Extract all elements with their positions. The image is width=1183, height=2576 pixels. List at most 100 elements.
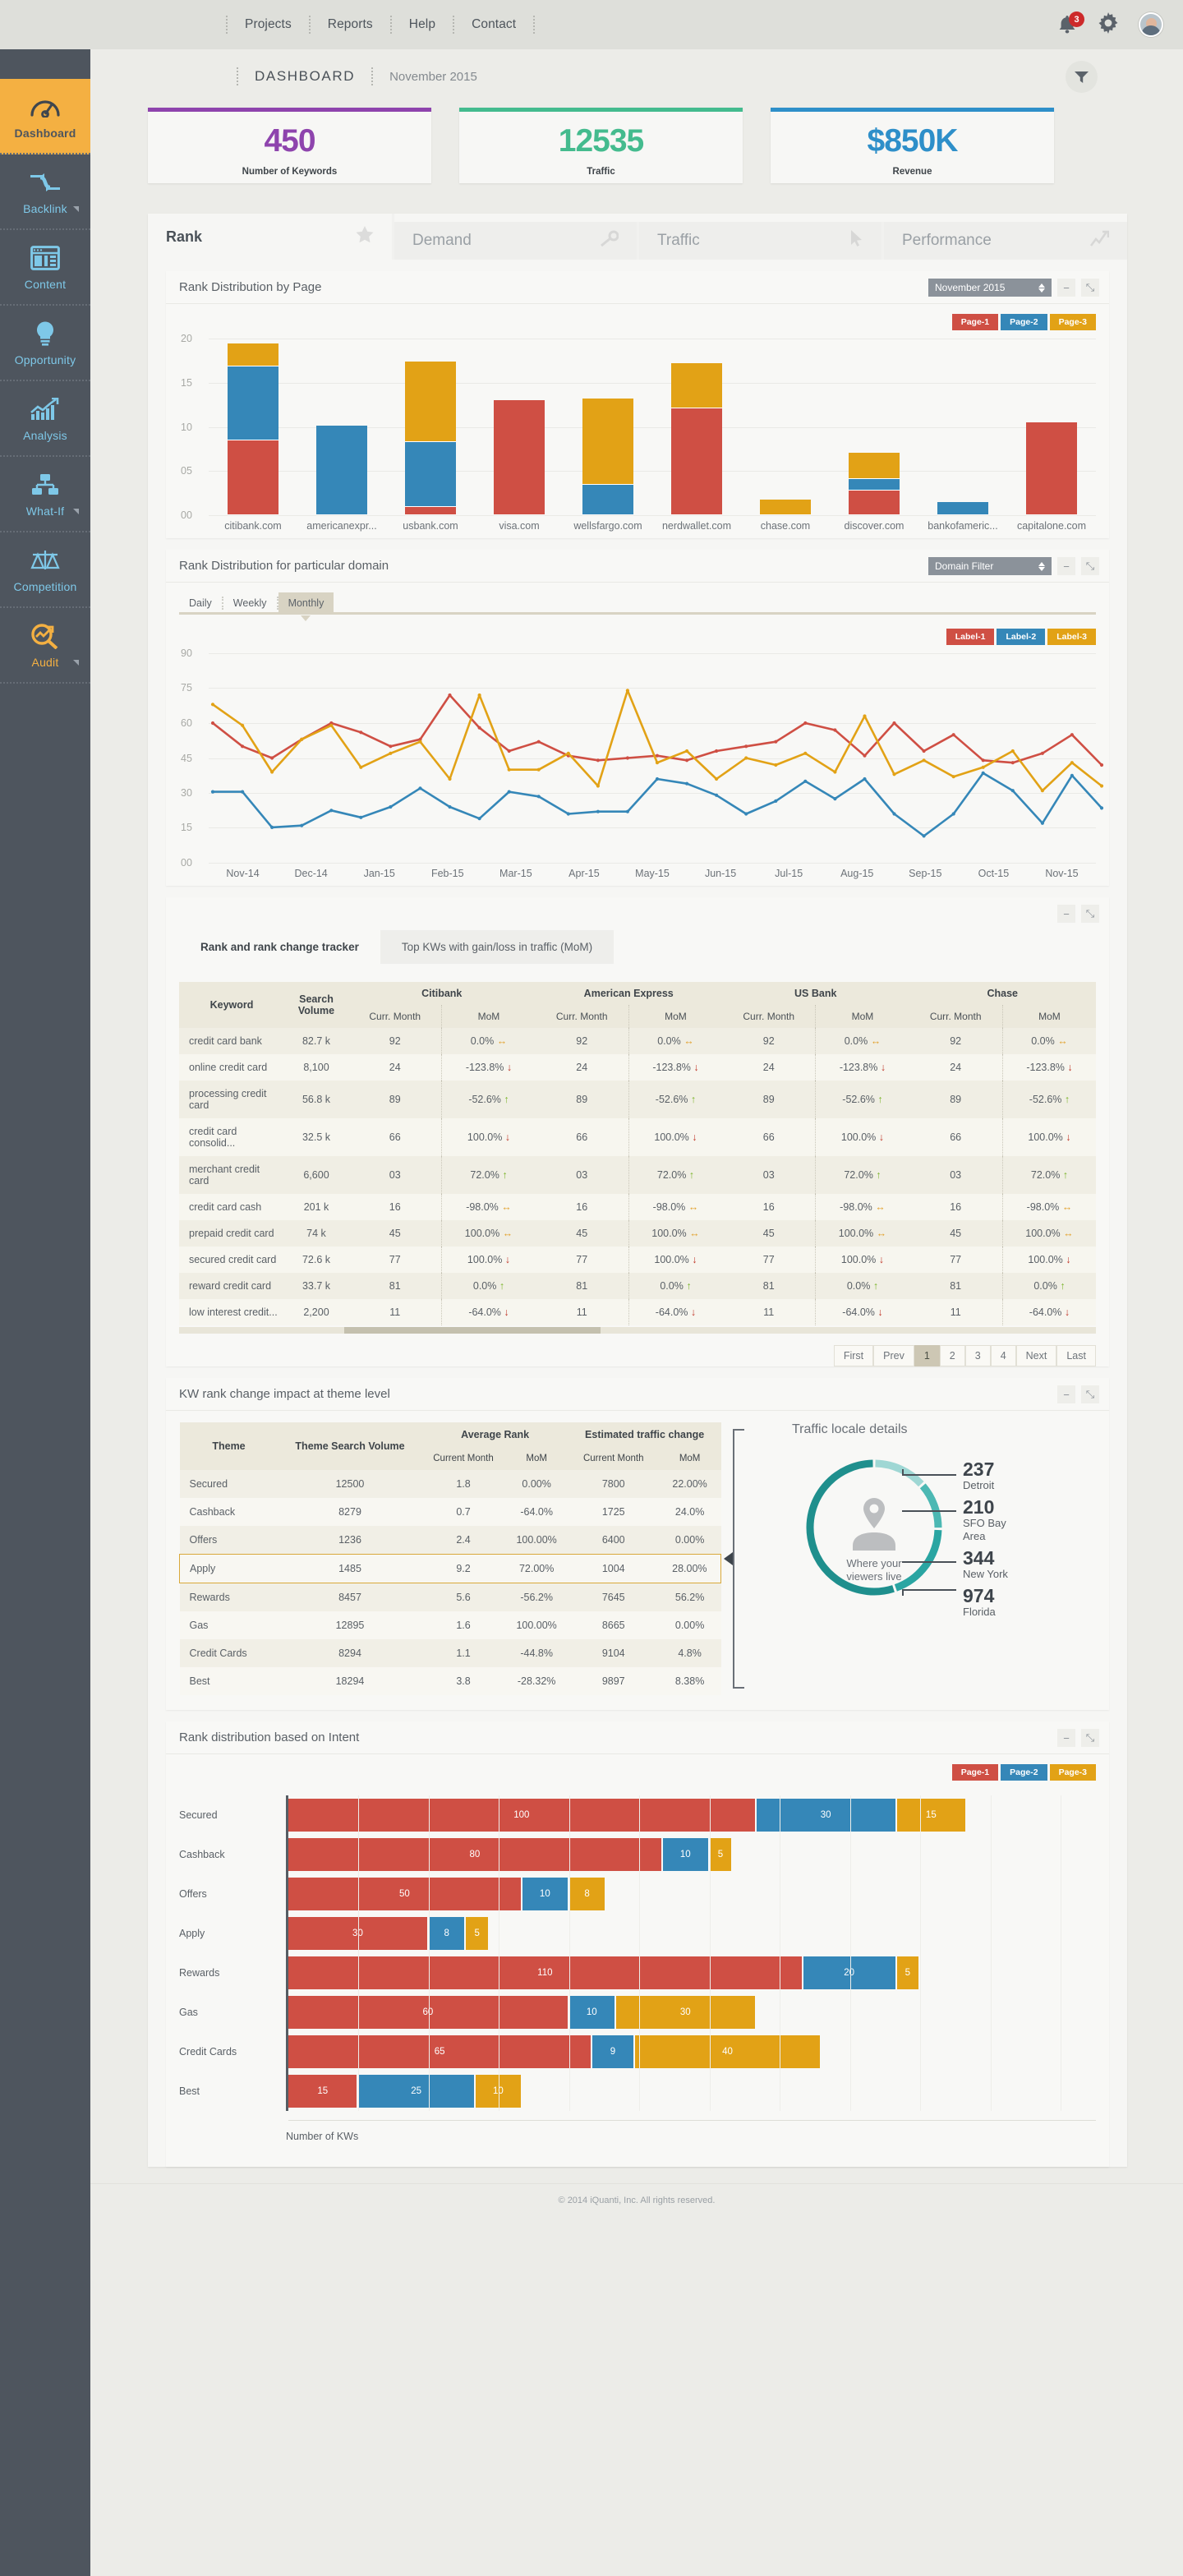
bar-segment[interactable] [405, 361, 456, 442]
hbar-segment[interactable]: 10 [662, 1838, 710, 1871]
data-point[interactable] [300, 737, 304, 741]
data-point[interactable] [981, 765, 985, 769]
table-row[interactable]: processing credit card 56.8 k 89 -52.6% ↑ 89… [179, 1081, 1096, 1118]
bar-segment[interactable] [316, 426, 367, 515]
pagination-prev[interactable]: Prev [873, 1345, 914, 1366]
data-point[interactable] [359, 815, 363, 819]
bar-segment[interactable] [937, 501, 988, 515]
expand-button[interactable]: ⤡ [1081, 557, 1099, 575]
bar-segment[interactable] [228, 343, 278, 367]
legend-label-1[interactable]: Label-1 [946, 629, 995, 645]
pagination-3[interactable]: 3 [964, 1345, 991, 1366]
data-point[interactable] [774, 740, 778, 744]
hbar-segment[interactable]: 10 [522, 1878, 569, 1910]
data-point[interactable] [1010, 749, 1015, 753]
hbar-segment[interactable]: 110 [288, 1956, 803, 1989]
data-point[interactable] [359, 730, 363, 735]
data-point[interactable] [655, 776, 660, 781]
data-point[interactable] [744, 744, 748, 749]
bar-segment[interactable] [671, 408, 722, 515]
donut-slice-sfo-bay-area[interactable] [919, 1483, 942, 1528]
legend-label-2[interactable]: Label-2 [997, 629, 1046, 645]
data-point[interactable] [477, 693, 481, 698]
data-point[interactable] [536, 767, 541, 772]
data-point[interactable] [1099, 806, 1104, 810]
data-point[interactable] [448, 776, 452, 781]
hbar-segment[interactable]: 15 [288, 2075, 359, 2108]
table-row[interactable]: credit card bank 82.7 k 92 0.0% ↔ 92 0.0% ↔ 92… [179, 1028, 1096, 1054]
pagination-next[interactable]: Next [1015, 1345, 1057, 1366]
legend-page-1[interactable]: Page-1 [951, 1764, 999, 1781]
bar-segment[interactable] [760, 499, 811, 515]
data-point[interactable] [981, 758, 985, 763]
data-point[interactable] [863, 753, 867, 758]
data-point[interactable] [1010, 789, 1015, 793]
table-row[interactable]: credit card cash 201 k 16 -98.0% ↔ 16 -98.0% … [179, 1194, 1096, 1220]
data-point[interactable] [715, 776, 719, 781]
legend-page-3[interactable]: Page-3 [1049, 314, 1096, 330]
hbar-segment[interactable]: 65 [288, 2035, 593, 2068]
data-point[interactable] [655, 753, 660, 758]
minimize-button[interactable]: − [1057, 1385, 1075, 1403]
hbar-segment[interactable]: 5 [896, 1956, 921, 1989]
table-row[interactable]: Best 18294 3.8 -28.32% 9897 8.38% [179, 1667, 721, 1695]
data-point[interactable] [774, 799, 778, 803]
data-point[interactable] [1070, 733, 1074, 737]
data-point[interactable] [715, 793, 719, 797]
data-point[interactable] [329, 809, 334, 813]
data-point[interactable] [1070, 761, 1074, 765]
data-point[interactable] [241, 723, 245, 727]
data-point[interactable] [477, 726, 481, 730]
data-point[interactable] [270, 825, 274, 829]
minimize-button[interactable]: − [1057, 1729, 1075, 1747]
data-point[interactable] [655, 761, 660, 765]
bar-segment[interactable] [582, 485, 633, 515]
tracker-tab-rank[interactable]: Rank and rank change tracker [179, 930, 380, 964]
data-point[interactable] [507, 790, 511, 794]
data-point[interactable] [744, 756, 748, 760]
data-point[interactable] [210, 790, 215, 794]
data-point[interactable] [892, 721, 896, 726]
data-point[interactable] [951, 812, 955, 816]
data-point[interactable] [329, 723, 334, 727]
hbar-segment[interactable]: 9 [592, 2035, 635, 2068]
table-row[interactable]: Offers 1236 2.4 100.00% 6400 0.00% [179, 1526, 721, 1555]
minimize-button[interactable]: − [1057, 279, 1075, 297]
legend-page-3[interactable]: Page-3 [1049, 1764, 1096, 1781]
data-point[interactable] [803, 721, 808, 726]
data-point[interactable] [300, 823, 304, 827]
sidebar-item-dashboard[interactable]: Dashboard [0, 79, 90, 154]
data-point[interactable] [1099, 763, 1104, 767]
data-point[interactable] [389, 744, 393, 749]
data-point[interactable] [536, 795, 541, 799]
avatar[interactable] [1139, 12, 1163, 37]
data-point[interactable] [892, 812, 896, 816]
table-row[interactable]: reward credit card 33.7 k 81 0.0% ↑ 81 0.0% ↑… [179, 1273, 1096, 1299]
data-point[interactable] [448, 693, 452, 698]
data-point[interactable] [803, 751, 808, 755]
data-point[interactable] [685, 781, 689, 786]
bar-segment[interactable] [228, 366, 278, 440]
expand-button[interactable]: ⤡ [1081, 1729, 1099, 1747]
data-point[interactable] [389, 751, 393, 755]
bar-segment[interactable] [405, 441, 456, 508]
filter-button[interactable] [1066, 61, 1098, 93]
data-point[interactable] [536, 740, 541, 744]
minimize-button[interactable]: − [1057, 557, 1075, 575]
table-row[interactable]: Gas 12895 1.6 100.00% 8665 0.00% [179, 1611, 721, 1639]
data-point[interactable] [418, 740, 422, 744]
data-point[interactable] [241, 790, 245, 794]
nav-item-reports[interactable]: Reports [311, 16, 390, 34]
data-point[interactable] [596, 784, 600, 788]
hbar-segment[interactable]: 15 [896, 1799, 968, 1832]
table-row[interactable]: secured credit card 72.6 k 77 100.0% ↓ 77 100… [179, 1247, 1096, 1273]
data-point[interactable] [922, 749, 926, 753]
month-select[interactable]: November 2015 [928, 279, 1052, 297]
data-point[interactable] [803, 779, 808, 783]
nav-item-contact[interactable]: Contact [454, 16, 533, 34]
legend-page-2[interactable]: Page-2 [1001, 1764, 1047, 1781]
sidebar-item-content[interactable]: Content [0, 230, 90, 306]
data-point[interactable] [833, 797, 837, 801]
data-point[interactable] [566, 812, 570, 816]
pagination-1[interactable]: 1 [914, 1345, 940, 1366]
